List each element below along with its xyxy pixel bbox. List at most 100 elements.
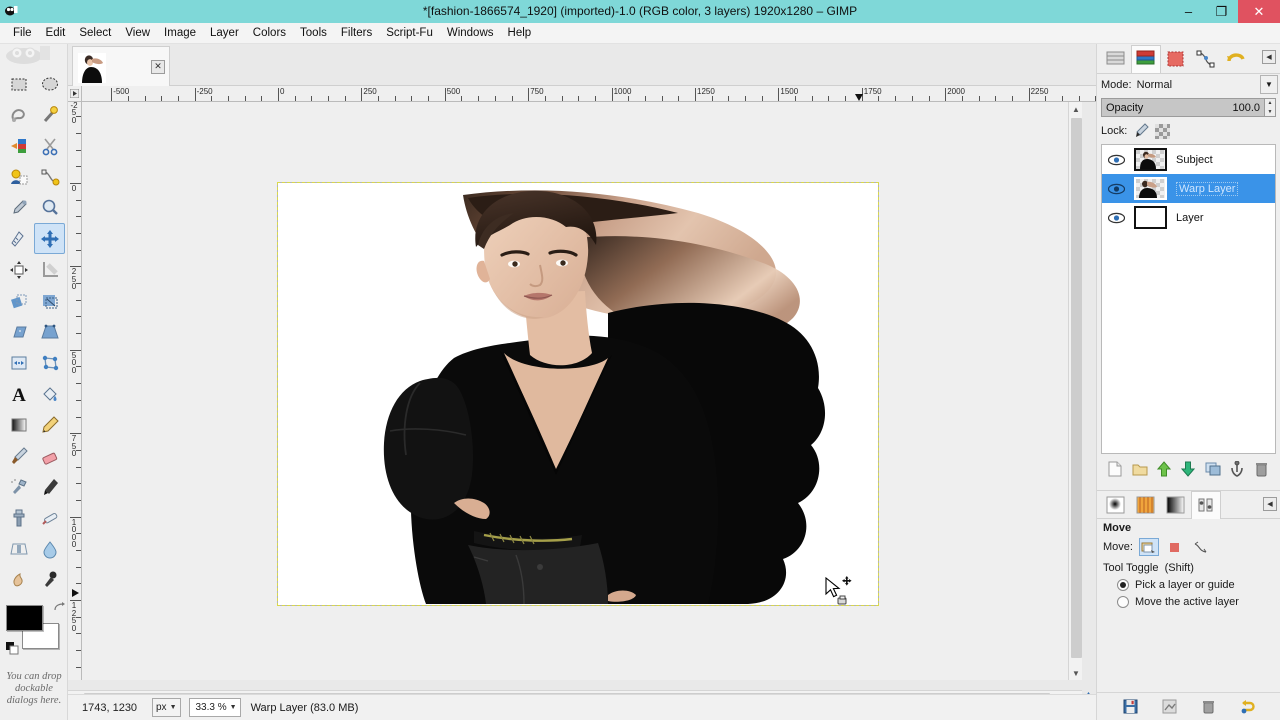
free-select-tool[interactable] bbox=[3, 99, 34, 130]
flip-tool[interactable] bbox=[3, 347, 34, 378]
layers-list[interactable]: Subject Warp Layer Layer bbox=[1101, 144, 1276, 454]
close-button[interactable]: ✕ bbox=[1238, 0, 1280, 23]
layer-row-layer[interactable]: Layer bbox=[1102, 203, 1275, 232]
color-picker-tool[interactable] bbox=[3, 192, 34, 223]
duplicate-layer-button[interactable] bbox=[1204, 460, 1222, 478]
radio-move-active-layer[interactable]: Move the active layer bbox=[1103, 596, 1275, 608]
menu-file[interactable]: File bbox=[6, 25, 39, 41]
smudge-tool[interactable] bbox=[3, 564, 34, 595]
new-layer-button[interactable] bbox=[1106, 460, 1124, 478]
lower-layer-button[interactable] bbox=[1179, 460, 1197, 478]
radio-pick-layer-or-guide[interactable]: Pick a layer or guide bbox=[1103, 579, 1275, 591]
anchor-layer-button[interactable] bbox=[1228, 460, 1246, 478]
lock-pixels-icon[interactable] bbox=[1133, 122, 1150, 141]
save-tool-options-icon[interactable] bbox=[1122, 698, 1140, 716]
channels-tab[interactable] bbox=[1161, 45, 1191, 73]
clone-tool[interactable] bbox=[3, 502, 34, 533]
unit-selector[interactable]: px ▼ bbox=[152, 698, 181, 717]
cage-transform-tool[interactable] bbox=[34, 347, 65, 378]
radio-button-icon[interactable] bbox=[1117, 596, 1129, 608]
new-layer-group-button[interactable] bbox=[1131, 460, 1149, 478]
vertical-scroll-thumb[interactable] bbox=[1071, 118, 1082, 658]
delete-layer-button[interactable] bbox=[1253, 460, 1271, 478]
rotate-tool[interactable] bbox=[3, 285, 34, 316]
menu-image[interactable]: Image bbox=[157, 25, 203, 41]
pencil-tool[interactable] bbox=[34, 409, 65, 440]
menu-layer[interactable]: Layer bbox=[203, 25, 246, 41]
shear-tool[interactable] bbox=[3, 316, 34, 347]
zoom-selector[interactable]: 33.3 % ▼ bbox=[188, 698, 241, 717]
lock-alpha-icon[interactable] bbox=[1155, 123, 1171, 139]
paths-tool[interactable] bbox=[34, 161, 65, 192]
opacity-slider[interactable]: Opacity 100.0 bbox=[1101, 98, 1265, 117]
paintbrush-tool[interactable] bbox=[3, 440, 34, 471]
rect-select-tool[interactable] bbox=[3, 68, 34, 99]
scroll-down-button[interactable]: ▼ bbox=[1069, 666, 1083, 680]
airbrush-tool[interactable] bbox=[3, 471, 34, 502]
brushes-tab[interactable] bbox=[1101, 491, 1131, 519]
measure-tool[interactable] bbox=[3, 223, 34, 254]
crop-tool[interactable] bbox=[34, 254, 65, 285]
fuzzy-select-tool[interactable] bbox=[34, 99, 65, 130]
opacity-increase-button[interactable]: ▲ bbox=[1265, 99, 1275, 108]
raise-layer-button[interactable] bbox=[1155, 460, 1173, 478]
reset-colors-icon[interactable] bbox=[6, 642, 20, 659]
menu-help[interactable]: Help bbox=[501, 25, 539, 41]
move-tool[interactable] bbox=[34, 223, 65, 254]
layers-dock-menu-button[interactable]: ◀ bbox=[1262, 50, 1276, 64]
ellipse-select-tool[interactable] bbox=[34, 68, 65, 99]
dodge-burn-tool[interactable] bbox=[34, 564, 65, 595]
layer-row-warp-layer[interactable]: Warp Layer bbox=[1102, 174, 1275, 203]
undo-history-tab[interactable] bbox=[1221, 45, 1251, 73]
horizontal-ruler[interactable]: -500 -250 0 250 500 750 1000 1250 1500 1750 2000 22… bbox=[82, 86, 1096, 102]
radio-button-icon[interactable] bbox=[1117, 579, 1129, 591]
move-selection-mode-button[interactable] bbox=[1165, 538, 1185, 556]
image-tab[interactable]: ✕ bbox=[72, 46, 170, 86]
menu-filters[interactable]: Filters bbox=[334, 25, 379, 41]
mode-value[interactable]: Normal bbox=[1137, 75, 1255, 94]
canvas-viewport[interactable] bbox=[82, 102, 1082, 680]
align-tool[interactable] bbox=[3, 254, 34, 285]
mode-dropdown-chevron-icon[interactable]: ▼ bbox=[1260, 75, 1278, 94]
perspective-clone-tool[interactable] bbox=[3, 533, 34, 564]
layer-name[interactable]: Layer bbox=[1176, 212, 1204, 224]
bucket-fill-tool[interactable] bbox=[34, 378, 65, 409]
zoom-tool[interactable] bbox=[34, 192, 65, 223]
opacity-spinner[interactable]: ▲ ▼ bbox=[1265, 98, 1276, 117]
blend-tool[interactable] bbox=[3, 409, 34, 440]
layer-visibility-icon[interactable] bbox=[1108, 183, 1134, 195]
scale-tool[interactable] bbox=[34, 285, 65, 316]
paths-tab[interactable] bbox=[1191, 45, 1221, 73]
layer-name[interactable]: Warp Layer bbox=[1176, 181, 1239, 196]
gradients-tab[interactable] bbox=[1161, 491, 1191, 519]
menu-windows[interactable]: Windows bbox=[440, 25, 501, 41]
ruler-menu-button[interactable] bbox=[68, 86, 82, 102]
foreground-select-tool[interactable] bbox=[3, 161, 34, 192]
layers-tab[interactable] bbox=[1131, 44, 1161, 73]
minimize-button[interactable]: – bbox=[1172, 0, 1205, 23]
menu-script-fu[interactable]: Script-Fu bbox=[379, 25, 440, 41]
tool-options-dock-menu-button[interactable]: ◀ bbox=[1263, 497, 1277, 511]
vertical-ruler[interactable]: -250 0 250 500 750 1000 1250 bbox=[68, 102, 82, 680]
eraser-tool[interactable] bbox=[34, 440, 65, 471]
foreground-color-swatch[interactable] bbox=[6, 605, 43, 631]
layer-row-subject[interactable]: Subject bbox=[1102, 145, 1275, 174]
tool-options-tab[interactable] bbox=[1191, 490, 1221, 519]
menu-edit[interactable]: Edit bbox=[39, 25, 73, 41]
menu-select[interactable]: Select bbox=[72, 25, 118, 41]
move-path-mode-button[interactable] bbox=[1191, 538, 1211, 556]
opacity-decrease-button[interactable]: ▼ bbox=[1265, 108, 1275, 117]
maximize-button[interactable]: ❐ bbox=[1205, 0, 1238, 23]
ink-tool[interactable] bbox=[34, 471, 65, 502]
scroll-up-button[interactable]: ▲ bbox=[1069, 102, 1083, 116]
menu-view[interactable]: View bbox=[118, 25, 157, 41]
menu-tools[interactable]: Tools bbox=[293, 25, 334, 41]
swap-colors-icon[interactable] bbox=[53, 601, 65, 616]
heal-tool[interactable] bbox=[34, 502, 65, 533]
text-tool[interactable]: A bbox=[3, 378, 34, 409]
reset-tool-options-icon[interactable] bbox=[1239, 698, 1257, 716]
delete-tool-options-icon[interactable] bbox=[1200, 698, 1218, 716]
image-canvas[interactable] bbox=[277, 182, 879, 606]
layer-name[interactable]: Subject bbox=[1176, 154, 1213, 166]
canvas-vertical-scrollbar[interactable]: ▲ ▼ bbox=[1068, 102, 1082, 680]
